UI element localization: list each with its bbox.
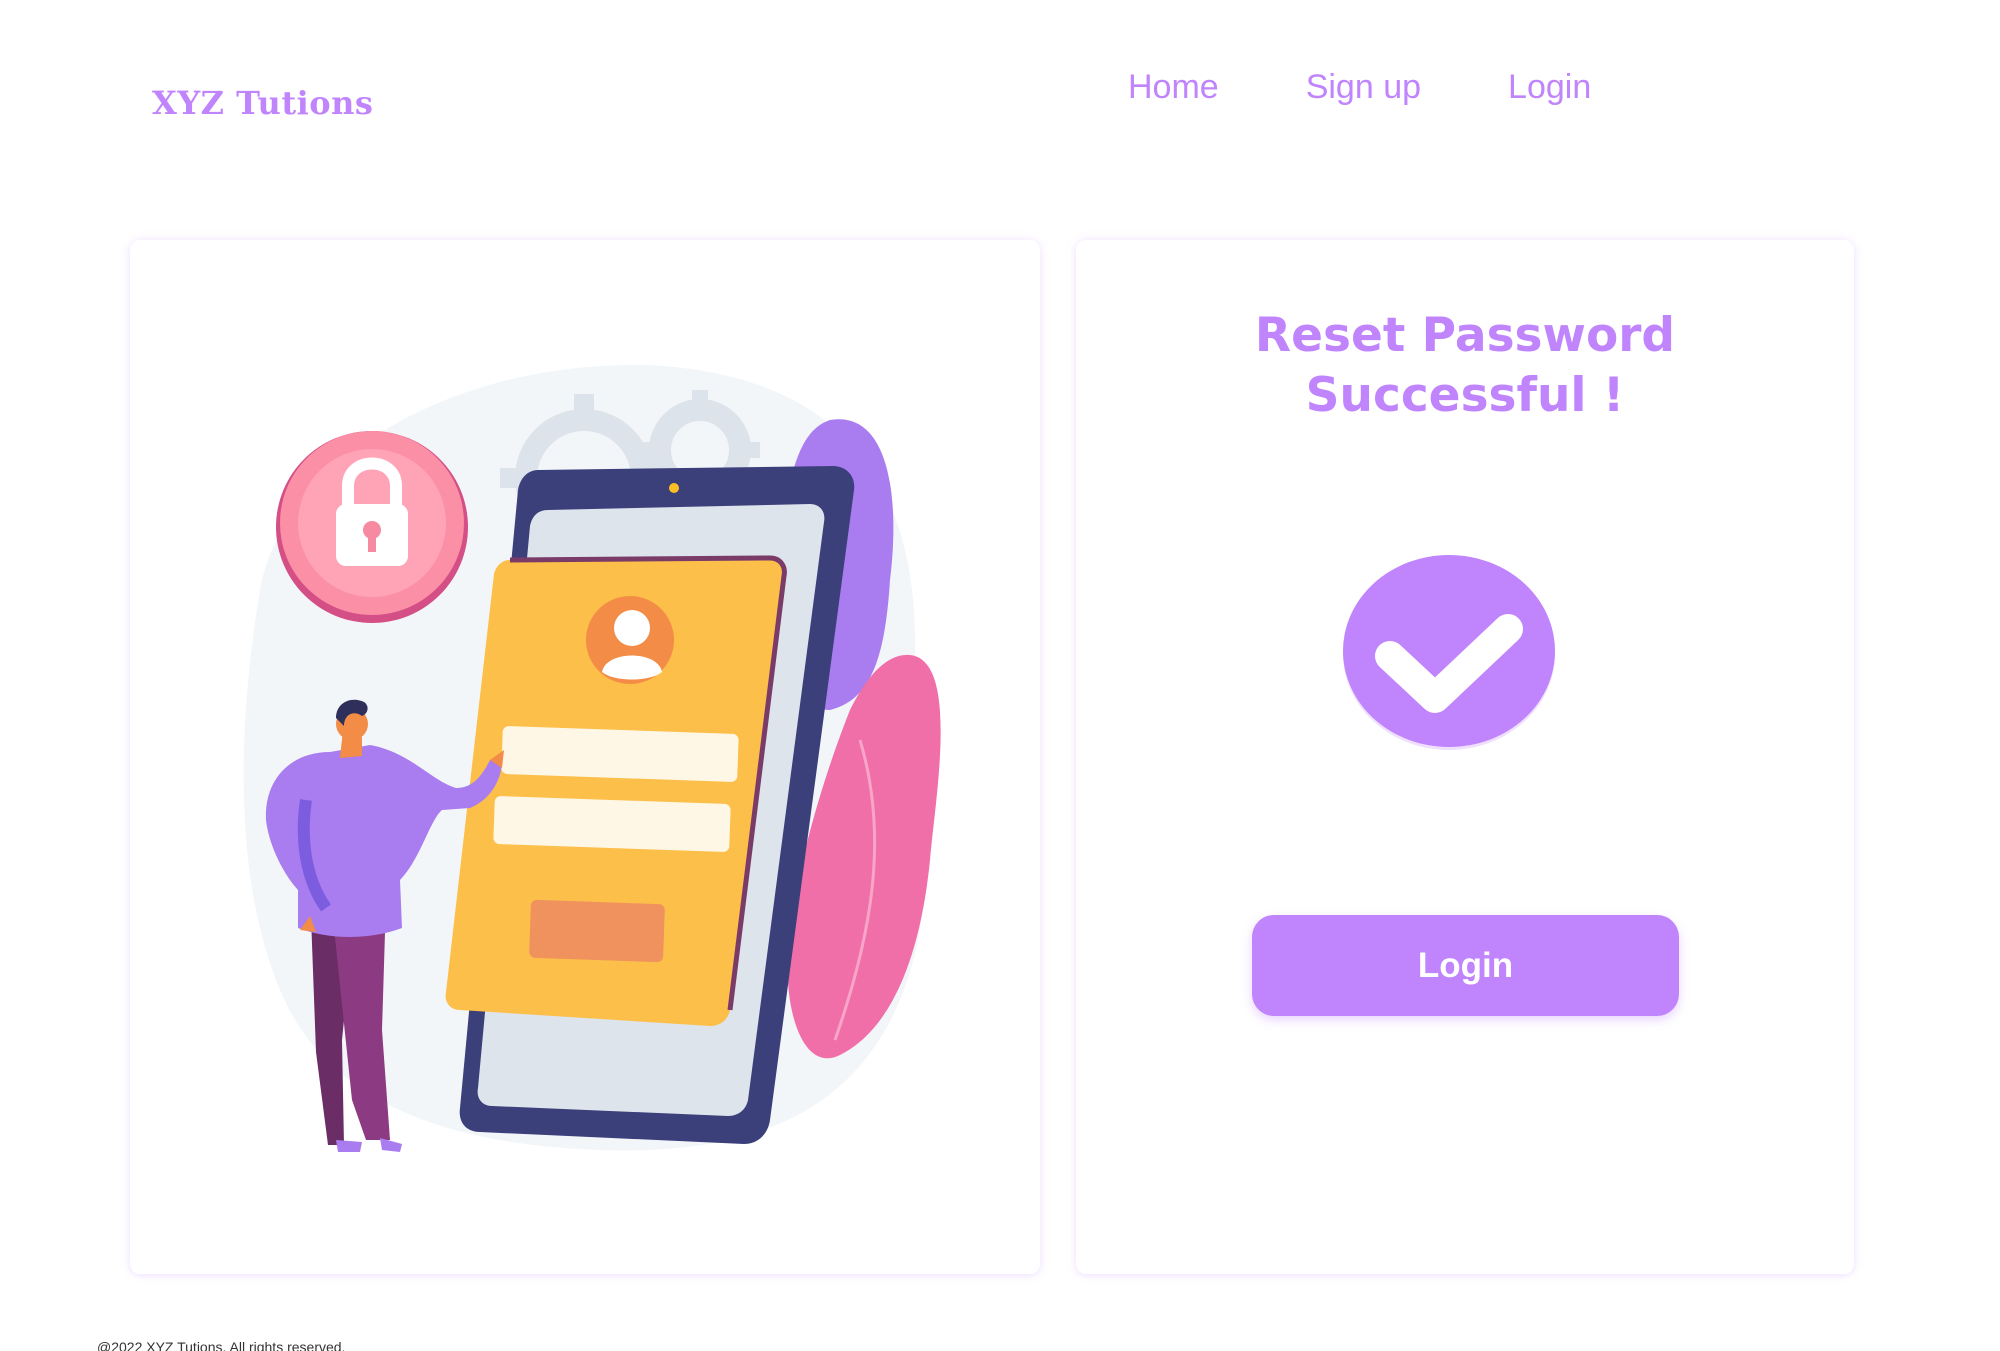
success-badge [1342, 554, 1556, 750]
submit-bar [529, 899, 665, 963]
login-button[interactable]: Login [1252, 915, 1679, 1016]
page: XYZ Tutions Home Sign up Login Reset Pas… [0, 0, 2000, 1351]
nav-login-link[interactable]: Login [1508, 66, 1591, 108]
title-line-2: Successful ! [1305, 368, 1625, 423]
footer-copyright: @2022 XYZ Tutions. All rights reserved. [97, 1339, 346, 1351]
title-line-1: Reset Password [1254, 308, 1676, 363]
brand-logo[interactable]: XYZ Tutions [152, 84, 373, 122]
nav-home-link[interactable]: Home [1128, 66, 1219, 108]
input-bar [493, 796, 731, 852]
top-nav: Home Sign up Login [1128, 66, 1678, 108]
check-icon [1343, 555, 1555, 750]
reset-success-card: Reset Password Successful ! Login [1076, 240, 1854, 1274]
illustration-card [130, 240, 1040, 1274]
input-bar [501, 726, 739, 782]
nav-signup-link[interactable]: Sign up [1306, 66, 1421, 108]
reset-success-title: Reset Password Successful ! [1076, 306, 1854, 426]
mobile-login-illustration [243, 364, 941, 1152]
